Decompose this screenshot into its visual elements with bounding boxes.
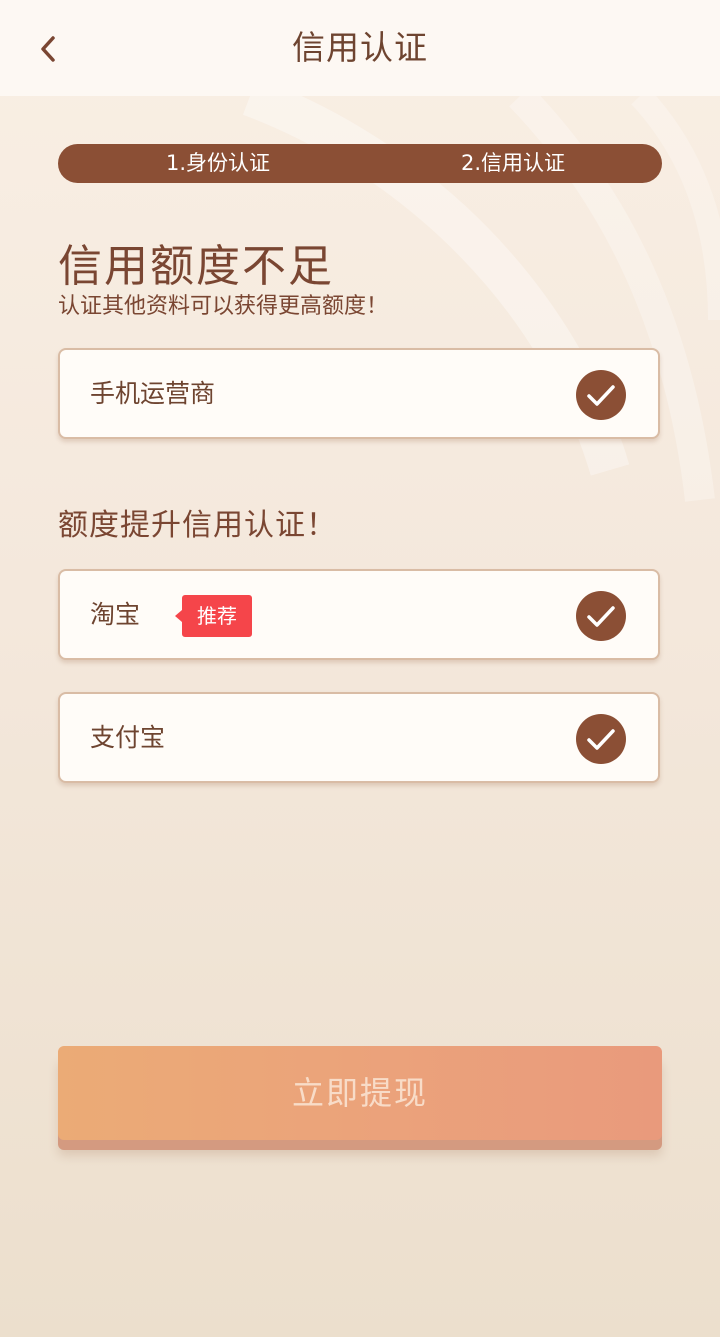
- alipay-card[interactable]: 支付宝: [58, 692, 660, 783]
- progress-stepper: 1.身份认证 2.信用认证: [58, 144, 662, 183]
- check-circle-icon: [576, 370, 626, 420]
- back-button[interactable]: [26, 26, 70, 70]
- alipay-label: 支付宝: [90, 723, 166, 752]
- credit-insufficient-subtitle: 认证其他资料可以获得更高额度！: [58, 294, 389, 319]
- recommend-badge: 推荐: [175, 595, 252, 637]
- chevron-left-icon: [41, 36, 55, 62]
- taobao-label: 淘宝: [90, 600, 141, 629]
- taobao-card[interactable]: 淘宝 推荐: [58, 569, 660, 660]
- withdraw-button-label: 立即提现: [58, 1046, 662, 1140]
- withdraw-now-button[interactable]: 立即提现: [58, 1046, 662, 1150]
- step-credit: 2.信用认证: [460, 151, 566, 175]
- check-circle-icon: [576, 591, 626, 641]
- top-bar: 信用认证: [0, 0, 720, 96]
- credit-insufficient-heading: 信用额度不足: [58, 241, 334, 292]
- mobile-carrier-card[interactable]: 手机运营商: [58, 348, 660, 439]
- page-title: 信用认证: [292, 28, 428, 67]
- mobile-carrier-label: 手机运营商: [90, 379, 216, 408]
- step-identity: 1.身份认证: [165, 151, 271, 175]
- check-circle-icon: [576, 714, 626, 764]
- upgrade-section-title: 额度提升信用认证！: [58, 508, 337, 543]
